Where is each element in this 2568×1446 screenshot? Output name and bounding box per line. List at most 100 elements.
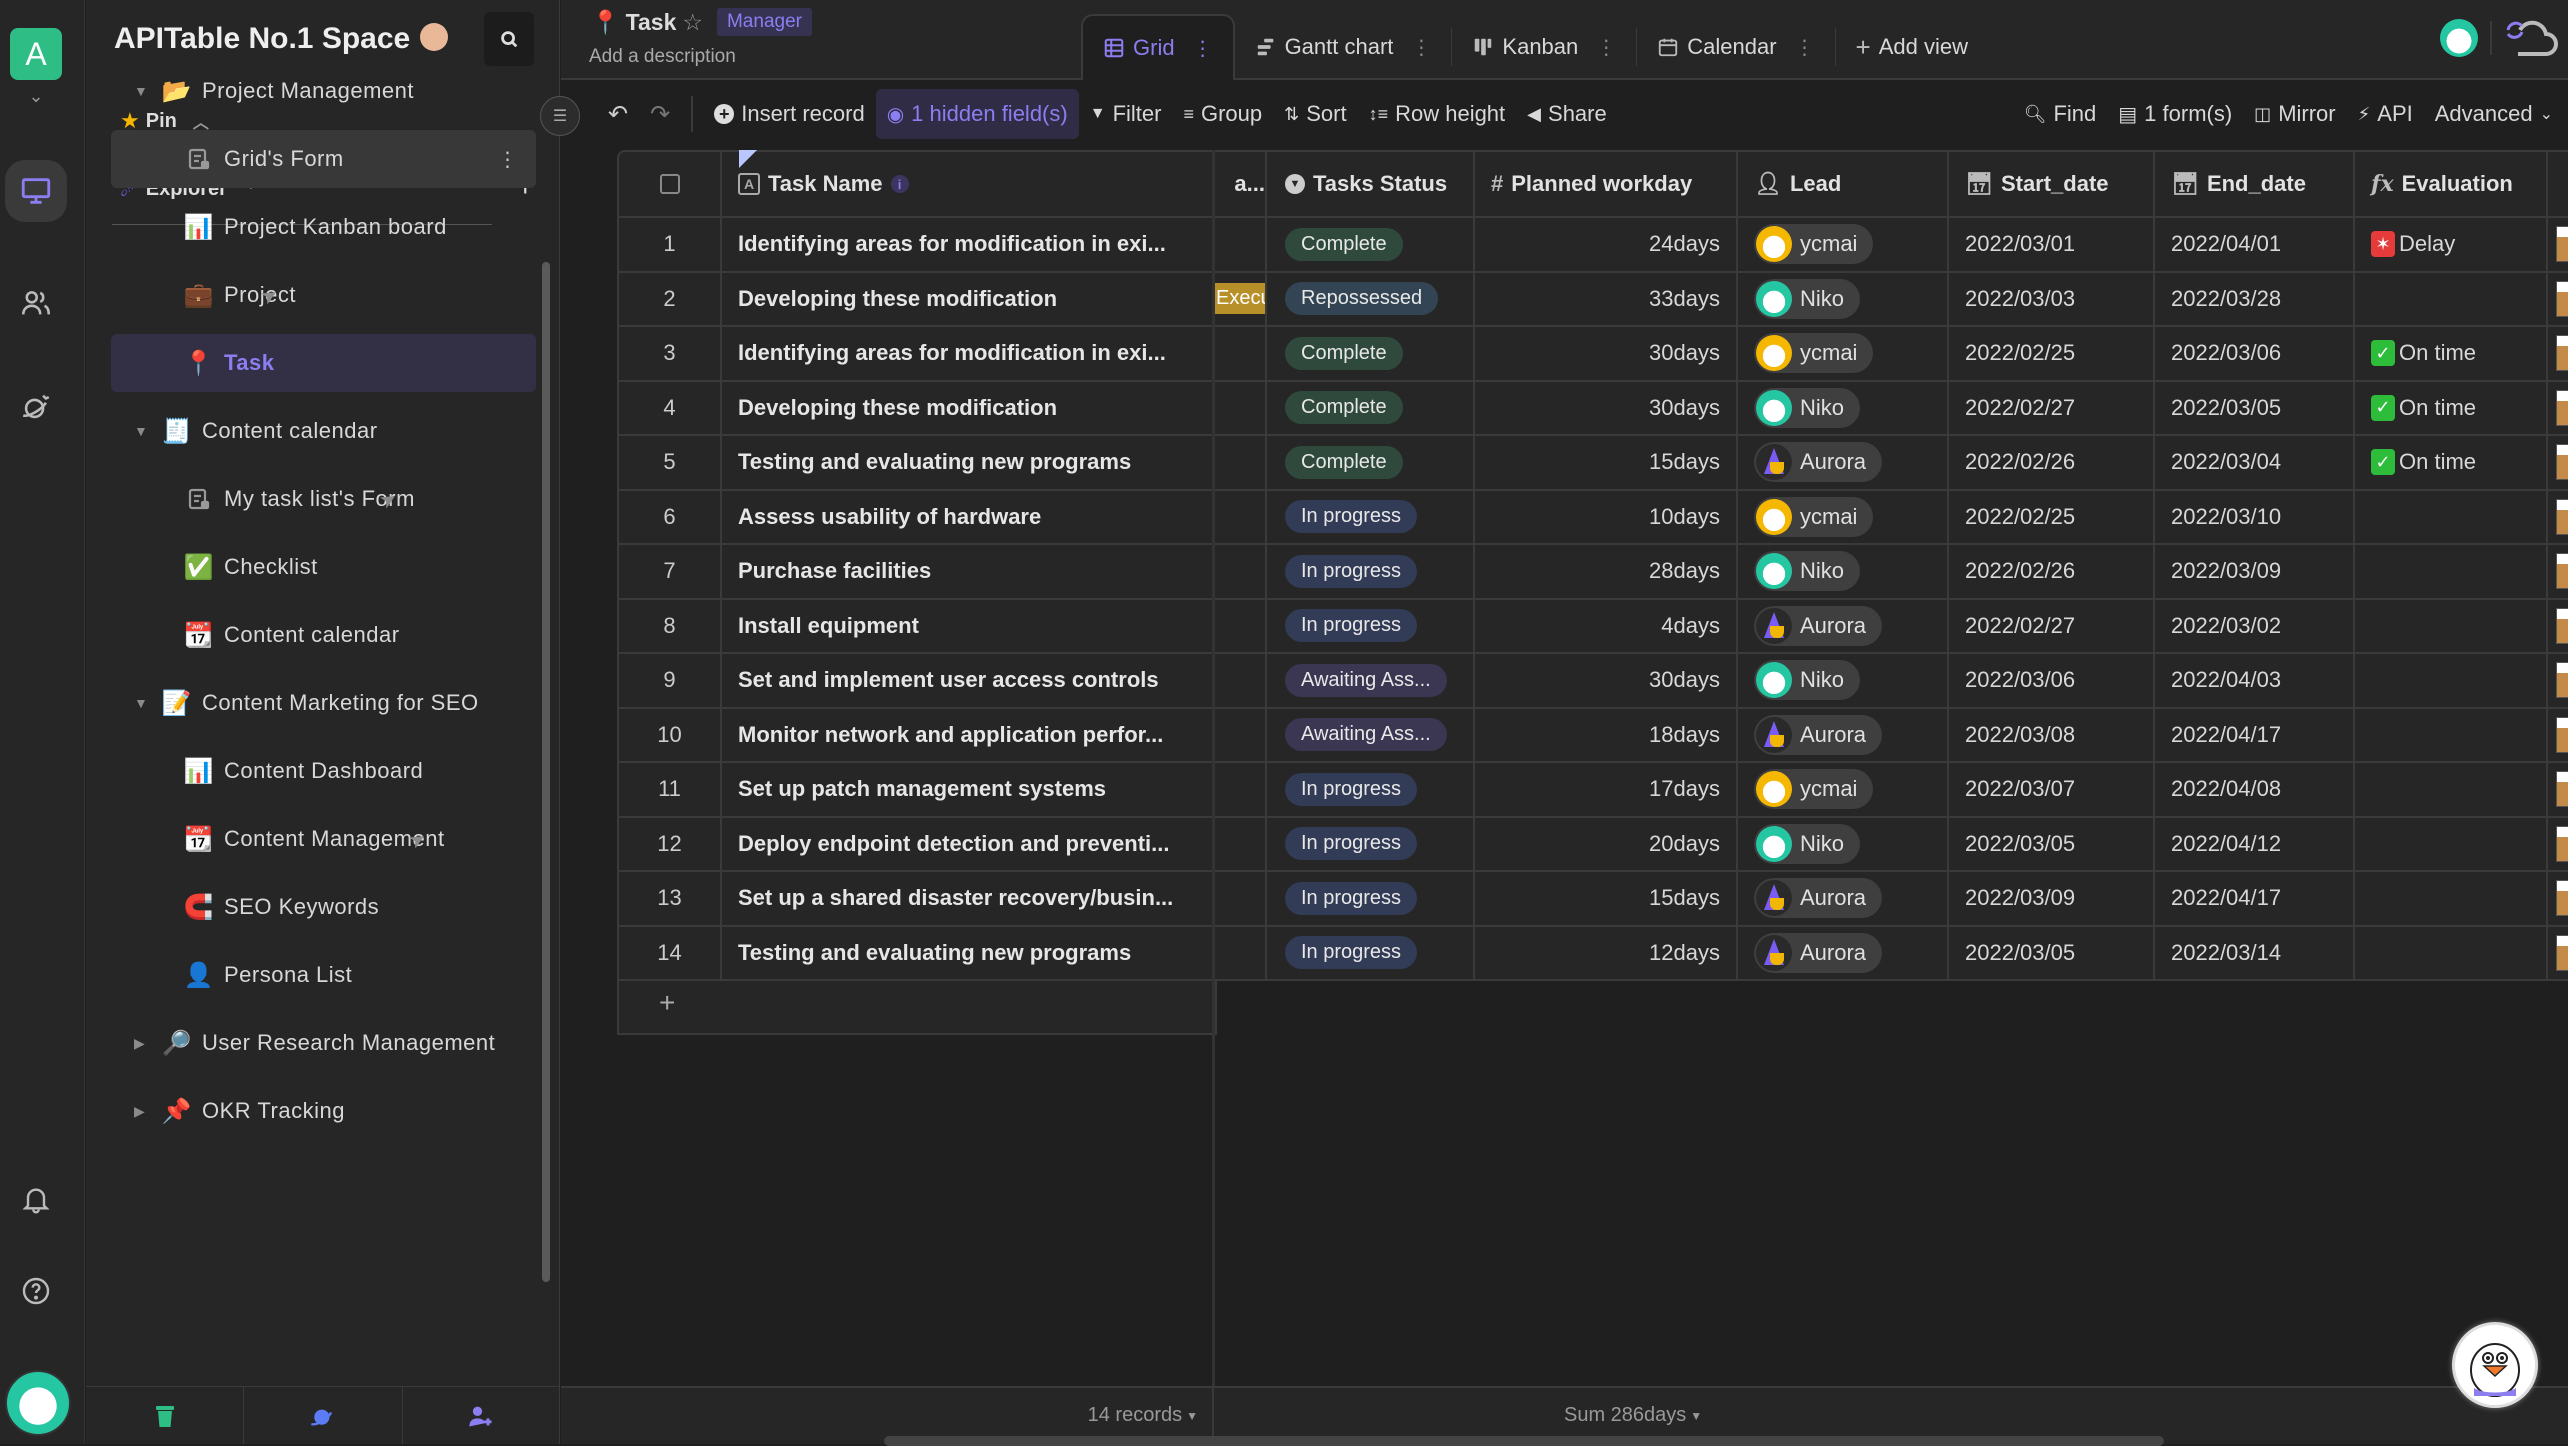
cell-hidden[interactable]: [1214, 926, 1267, 979]
cell-status[interactable]: Awaiting Ass...: [1269, 708, 1475, 761]
cell-status[interactable]: In progress: [1269, 545, 1475, 598]
cell-start[interactable]: 2022/02/27: [1949, 599, 2155, 652]
help-button[interactable]: [5, 1260, 67, 1322]
cell-start[interactable]: 2022/03/05: [1949, 926, 2155, 979]
cell-task[interactable]: Deploy endpoint detection and preventi..…: [722, 817, 1214, 870]
attachment-thumbnail[interactable]: [2556, 607, 2568, 644]
cell-eval[interactable]: ✓ On time: [2355, 381, 2548, 434]
cell-hidden[interactable]: [1214, 436, 1267, 489]
cell-task[interactable]: Developing these modification: [722, 381, 1214, 434]
cell-thumb[interactable]: [2548, 872, 2568, 925]
column-header-hidden[interactable]: a...: [1214, 152, 1267, 216]
collaborator-avatar[interactable]: [2440, 19, 2478, 57]
datasheet-name[interactable]: Task: [626, 9, 677, 36]
cell-end[interactable]: 2022/04/08: [2155, 763, 2355, 816]
column-header-planned-workday[interactable]: # Planned workday: [1475, 152, 1738, 216]
cell-n[interactable]: 1: [619, 218, 722, 271]
table-row[interactable]: 13 Set up a shared disaster recovery/busi…: [617, 872, 2568, 927]
column-header-start-date[interactable]: 📅︎ Start_date: [1949, 152, 2155, 216]
api-button[interactable]: ⚡︎ API: [2347, 89, 2424, 139]
cell-n[interactable]: 10: [619, 708, 722, 761]
notifications-button[interactable]: [5, 1168, 67, 1230]
cell-task[interactable]: Set and implement user access controls: [722, 654, 1214, 707]
cell-end[interactable]: 2022/03/14: [2155, 926, 2355, 979]
cell-status[interactable]: In progress: [1269, 817, 1475, 870]
cell-hidden[interactable]: [1214, 545, 1267, 598]
records-count[interactable]: 14 records ▼: [1088, 1404, 1198, 1427]
sum-statistic[interactable]: Sum 286days ▼: [1564, 1404, 1702, 1427]
tree-node[interactable]: ▼ 📝 Content Marketing for SEO: [86, 674, 479, 732]
cell-n[interactable]: 9: [619, 654, 722, 707]
caret-down-icon[interactable]: ▼: [134, 695, 148, 711]
cell-lead[interactable]: Niko: [1738, 817, 1949, 870]
column-header-partial[interactable]: [2548, 152, 2568, 216]
table-row[interactable]: 14 Testing and evaluating new programs In …: [617, 926, 2568, 981]
caret-down-icon[interactable]: ▼: [134, 423, 148, 439]
cell-hidden[interactable]: [1214, 763, 1267, 816]
cell-n[interactable]: 14: [619, 926, 722, 979]
cell-end[interactable]: 2022/03/02: [2155, 599, 2355, 652]
tree-node[interactable]: ▶ 🔎 User Research Management: [86, 1014, 495, 1072]
column-header-task-name[interactable]: A Task Name i: [722, 152, 1214, 216]
cell-start[interactable]: 2022/02/26: [1949, 436, 2155, 489]
cell-task[interactable]: Identifying areas for modification in ex…: [722, 218, 1214, 271]
tree-node[interactable]: 📆 Content Management ➤: [86, 810, 445, 868]
space-switch-chevron-icon[interactable]: ⌄: [26, 86, 46, 106]
cell-thumb[interactable]: [2548, 491, 2568, 544]
cell-workday[interactable]: 17days: [1475, 763, 1738, 816]
cell-status[interactable]: Awaiting Ass...: [1269, 654, 1475, 707]
trash-button[interactable]: [86, 1387, 245, 1444]
cell-thumb[interactable]: [2548, 600, 2568, 653]
cell-eval[interactable]: [2355, 654, 2548, 707]
table-row[interactable]: 7 Purchase facilities In progress 28days Nik…: [617, 545, 2568, 600]
cell-workday[interactable]: 20days: [1475, 817, 1738, 870]
advanced-button[interactable]: Advanced ⌄: [2424, 89, 2564, 139]
forms-button[interactable]: ▤ 1 form(s): [2107, 89, 2243, 139]
cell-thumb[interactable]: [2548, 818, 2568, 871]
tree-node[interactable]: 📍 Task: [111, 334, 536, 392]
cell-workday[interactable]: 18days: [1475, 708, 1738, 761]
table-row[interactable]: 4 Developing these modification Complete 30…: [617, 381, 2568, 436]
cell-eval[interactable]: [2355, 817, 2548, 870]
cell-task[interactable]: Developing these modification: [722, 272, 1214, 325]
caret-right-icon[interactable]: ▶: [134, 1035, 148, 1052]
table-row[interactable]: 5 Testing and evaluating new programs Comp…: [617, 436, 2568, 491]
table-row[interactable]: 6 Assess usability of hardware In progress…: [617, 490, 2568, 545]
cell-task[interactable]: Identifying areas for modification in ex…: [722, 327, 1214, 380]
tree-node[interactable]: 👤 Persona List: [86, 946, 352, 1004]
table-row[interactable]: 3 Identifying areas for modification in e…: [617, 327, 2568, 382]
more-icon[interactable]: ⋮: [1411, 35, 1431, 60]
select-all-checkbox[interactable]: [659, 174, 680, 194]
table-row[interactable]: 1 Identifying areas for modification in e…: [617, 218, 2568, 273]
cell-task[interactable]: Testing and evaluating new programs: [722, 436, 1214, 489]
cell-eval[interactable]: [2355, 545, 2548, 598]
description-field[interactable]: Add a description: [589, 46, 736, 68]
cell-eval[interactable]: [2355, 599, 2548, 652]
cell-status[interactable]: Repossessed: [1269, 272, 1475, 325]
cell-n[interactable]: 8: [619, 599, 722, 652]
cell-start[interactable]: 2022/03/03: [1949, 272, 2155, 325]
space-name[interactable]: APITable No.1 Space: [114, 22, 449, 56]
cell-eval[interactable]: [2355, 490, 2548, 543]
cell-start[interactable]: 2022/02/25: [1949, 327, 2155, 380]
search-button[interactable]: [484, 12, 534, 66]
cell-task[interactable]: Install equipment: [722, 599, 1214, 652]
cell-thumb[interactable]: [2548, 545, 2568, 598]
cell-end[interactable]: 2022/03/09: [2155, 545, 2355, 598]
find-button[interactable]: 🔍︎ Find: [2013, 89, 2108, 139]
tree-node[interactable]: My task list's Form ➤: [86, 470, 415, 528]
cell-eval[interactable]: [2355, 872, 2548, 925]
cell-lead[interactable]: Aurora: [1738, 926, 1949, 979]
info-icon[interactable]: i: [890, 175, 909, 193]
cell-task[interactable]: Purchase facilities: [722, 545, 1214, 598]
template-center-button[interactable]: [244, 1387, 403, 1444]
workbench-nav-button[interactable]: [5, 160, 67, 222]
cell-start[interactable]: 2022/02/27: [1949, 381, 2155, 434]
cell-workday[interactable]: 10days: [1475, 490, 1738, 543]
cell-status[interactable]: In progress: [1269, 926, 1475, 979]
table-row[interactable]: 9 Set and implement user access controls A…: [617, 654, 2568, 709]
cell-n[interactable]: 6: [619, 490, 722, 543]
insert-record-button[interactable]: + Insert record: [703, 89, 876, 139]
cell-start[interactable]: 2022/03/06: [1949, 654, 2155, 707]
cell-lead[interactable]: Niko: [1738, 545, 1949, 598]
